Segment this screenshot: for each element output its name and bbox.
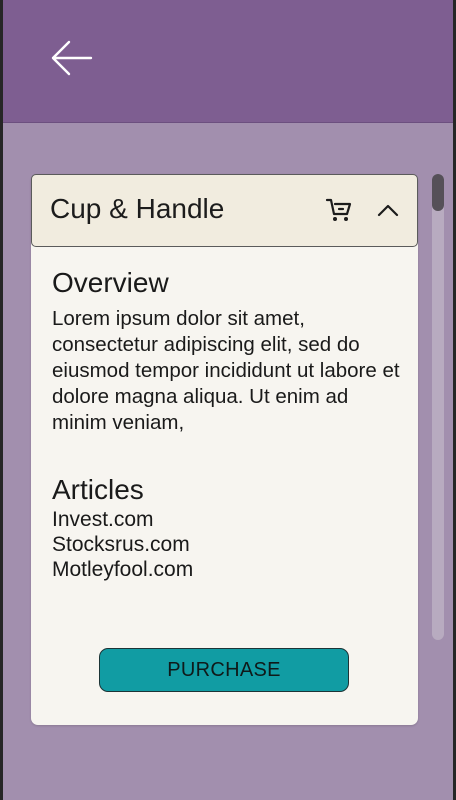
articles-list: Invest.com Stocksrus.com Motleyfool.com [52,507,193,582]
collapse-button[interactable] [373,197,403,227]
add-to-cart-button[interactable] [324,197,354,227]
scrollbar[interactable] [432,174,444,640]
app-bar [3,0,453,123]
purchase-button[interactable]: PURCHASE [99,648,349,692]
scrollbar-thumb[interactable] [432,174,444,211]
chevron-up-icon [376,198,400,227]
article-link[interactable]: Invest.com [52,507,193,532]
article-link[interactable]: Stocksrus.com [52,532,193,557]
card-title: Cup & Handle [50,193,225,224]
pattern-card: Cup & Handle Overview Lorem ipsum dolor … [31,174,418,725]
articles-heading: Articles [52,474,144,505]
arrow-left-icon [49,40,93,81]
screen: Cup & Handle Overview Lorem ipsum dolor … [3,0,453,800]
shopping-cart-icon [325,196,353,229]
back-button[interactable] [43,37,99,83]
overview-text: Lorem ipsum dolor sit amet, consectetur … [52,307,400,434]
card-header[interactable]: Cup & Handle [31,174,418,247]
overview-heading: Overview [52,267,169,298]
article-link[interactable]: Motleyfool.com [52,557,193,582]
